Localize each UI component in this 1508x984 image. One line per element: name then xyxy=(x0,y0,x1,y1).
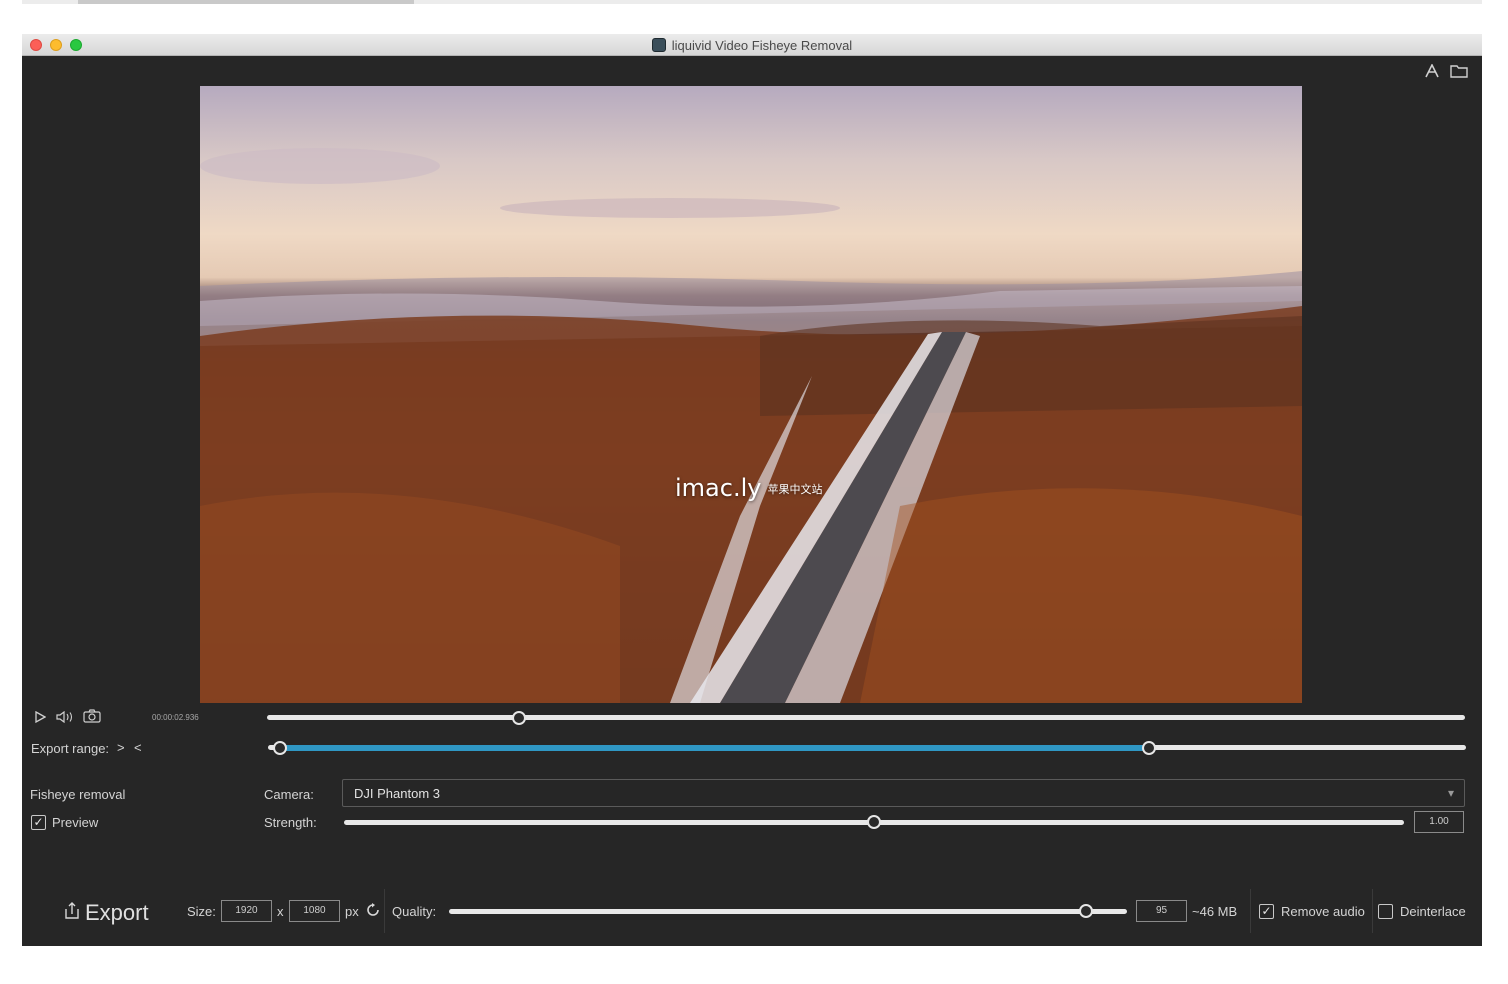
strength-label: Strength: xyxy=(264,815,317,830)
camera-label: Camera: xyxy=(264,787,314,802)
playhead-handle[interactable] xyxy=(511,711,526,725)
reset-size-icon[interactable] xyxy=(366,903,380,922)
timecode: 00:00:02.936 xyxy=(152,713,199,722)
set-out-point-icon[interactable]: < xyxy=(134,740,142,755)
browser-top-strip xyxy=(22,0,1482,4)
camera-icon[interactable] xyxy=(83,709,101,728)
folder-icon[interactable] xyxy=(1450,64,1468,83)
title-bar: liquivid Video Fisheye Removal xyxy=(22,34,1482,56)
volume-icon[interactable] xyxy=(56,710,74,728)
set-in-point-icon[interactable]: > xyxy=(117,740,125,755)
video-preview[interactable]: imac.ly 苹果中文站 xyxy=(200,86,1302,703)
preview-label: Preview xyxy=(52,815,99,830)
export-button[interactable]: Export xyxy=(64,900,149,926)
app-icon xyxy=(651,38,666,52)
size-separator: x xyxy=(277,904,284,919)
width-field[interactable]: 1920 xyxy=(221,900,272,922)
quality-slider-track[interactable] xyxy=(449,909,1127,914)
quality-value-field[interactable]: 95 xyxy=(1136,900,1187,922)
divider xyxy=(1372,889,1373,933)
watermark-sub: 苹果中文站 xyxy=(767,483,823,496)
export-range-selection xyxy=(279,745,1149,751)
fisheye-section-title: Fisheye removal xyxy=(30,787,126,802)
playback-timeline[interactable] xyxy=(267,715,1465,720)
divider xyxy=(384,889,385,933)
remove-audio-label: Remove audio xyxy=(1281,904,1365,919)
video-watermark: imac.ly 苹果中文站 xyxy=(675,474,822,502)
deinterlace-checkbox[interactable] xyxy=(1378,904,1393,919)
size-label: Size: xyxy=(187,904,216,919)
window-title-group: liquivid Video Fisheye Removal xyxy=(22,34,1482,56)
checkmark-icon: ✓ xyxy=(33,815,44,829)
quality-label: Quality: xyxy=(392,904,437,919)
video-frame-scene xyxy=(200,148,1302,703)
export-button-label: Export xyxy=(85,900,149,925)
preview-checkbox[interactable]: ✓ xyxy=(31,815,46,830)
play-icon[interactable] xyxy=(34,710,47,728)
browser-tab-highlight xyxy=(78,0,414,4)
top-right-tools xyxy=(1424,63,1468,83)
window-title: liquivid Video Fisheye Removal xyxy=(671,37,853,53)
range-start-handle[interactable] xyxy=(272,741,287,755)
quality-slider-handle[interactable] xyxy=(1079,904,1094,918)
estimated-file-size: ~46 MB xyxy=(1192,904,1238,919)
export-range-label: Export range: xyxy=(31,741,110,756)
camera-dropdown[interactable]: DJI Phantom 3 ▾ xyxy=(342,779,1465,807)
height-field[interactable]: 1080 xyxy=(289,900,340,922)
app-window: liquivid Video Fisheye Removal imac.ly 苹果… xyxy=(22,34,1482,946)
export-icon xyxy=(64,901,80,925)
size-unit: px xyxy=(345,904,359,919)
checkmark-icon: ✓ xyxy=(1261,904,1272,918)
camera-dropdown-value: DJI Phantom 3 xyxy=(354,786,440,801)
watermark-main: imac.ly xyxy=(675,474,762,502)
text-overlay-icon[interactable] xyxy=(1424,63,1440,83)
strength-value-field[interactable]: 1.00 xyxy=(1414,811,1464,833)
remove-audio-checkbox[interactable]: ✓ xyxy=(1259,904,1274,919)
range-end-handle[interactable] xyxy=(1141,741,1156,755)
strength-slider-handle[interactable] xyxy=(867,815,881,829)
chevron-down-icon: ▾ xyxy=(1447,786,1454,800)
deinterlace-label: Deinterlace xyxy=(1400,904,1466,919)
divider xyxy=(1250,889,1251,933)
